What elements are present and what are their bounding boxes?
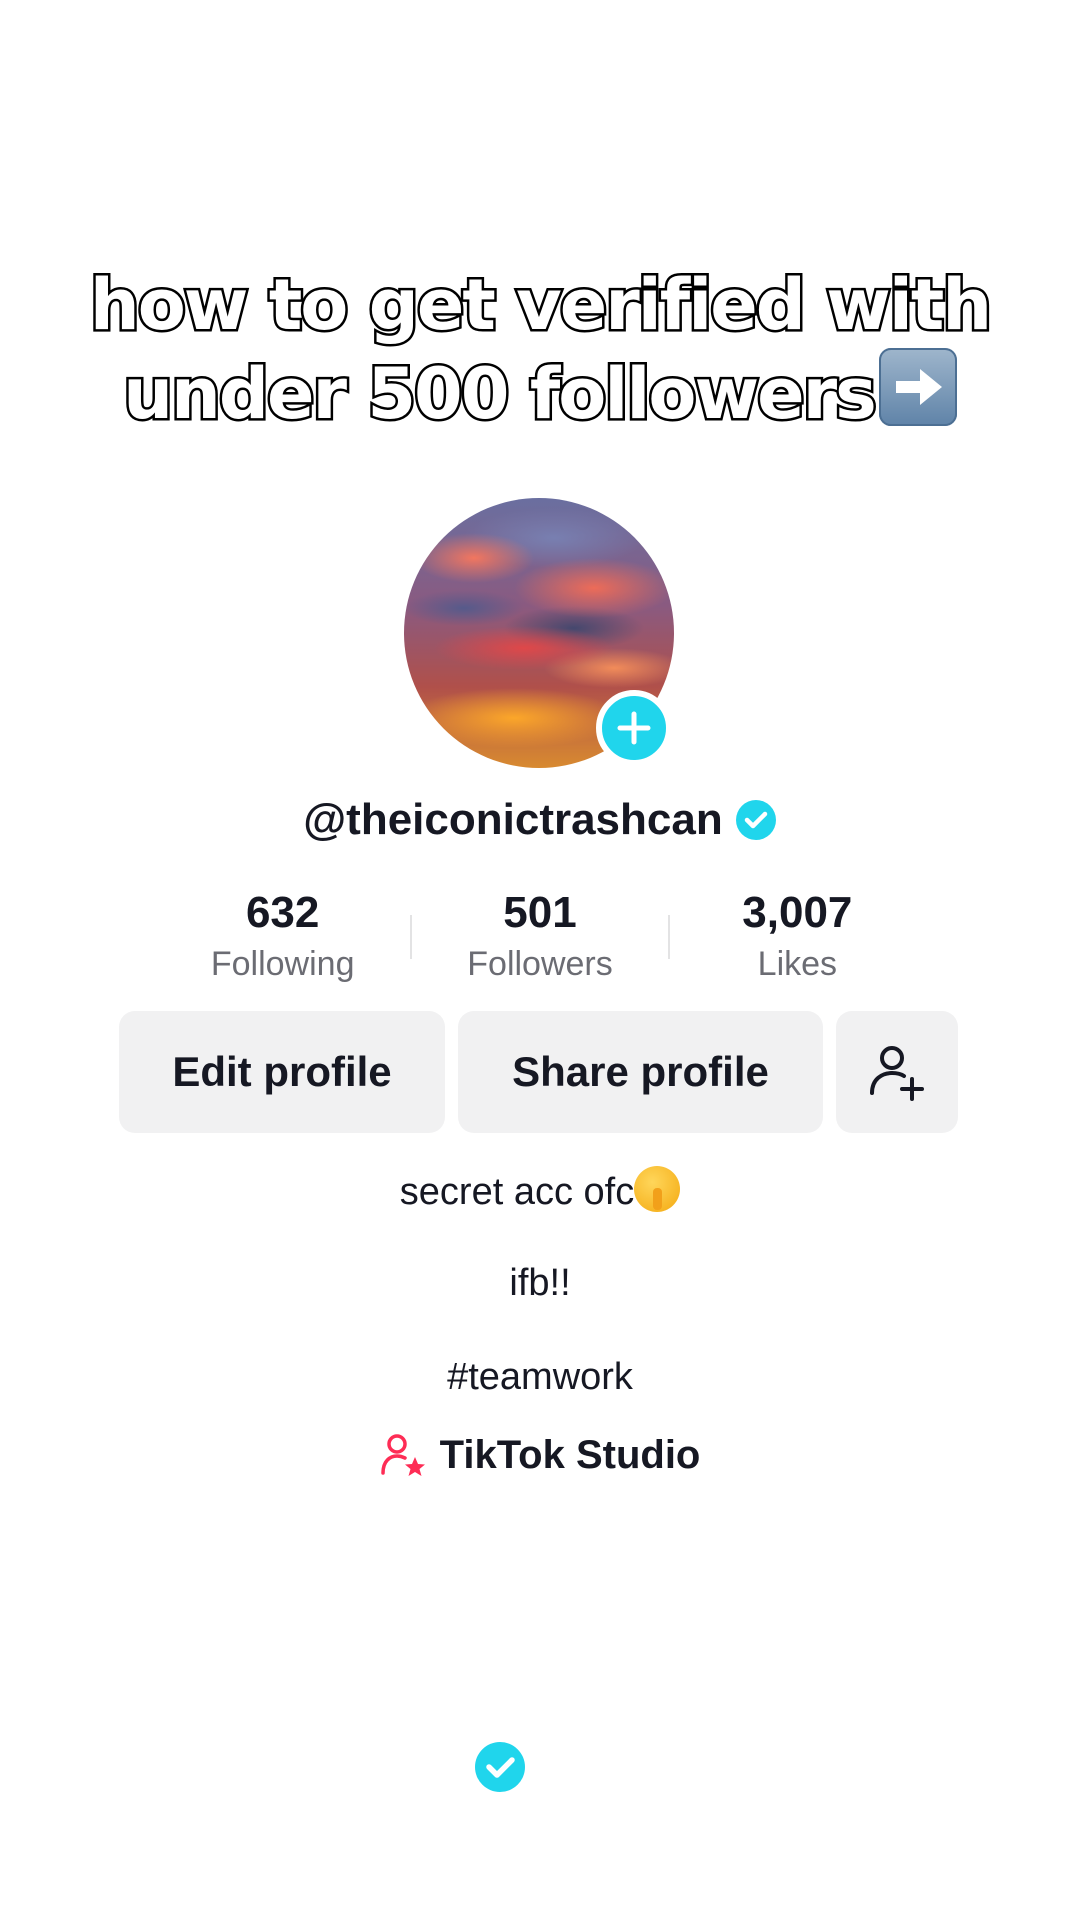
- likes-count: 3,007: [742, 888, 853, 937]
- edit-profile-button[interactable]: Edit profile: [119, 1011, 445, 1133]
- caption-line-1: how to get verified with: [87, 262, 994, 349]
- stat-following[interactable]: 632 Following: [155, 885, 410, 995]
- caption-line-2-wrap: under 500 followers: [0, 348, 1080, 438]
- bio-line-1: secret acc ofc: [0, 1166, 1080, 1214]
- stat-likes[interactable]: 3,007 Likes: [670, 885, 925, 995]
- username-row: @theiconictrashcan: [0, 790, 1080, 850]
- plus-icon[interactable]: [596, 690, 672, 766]
- tiktok-studio-link[interactable]: TikTok Studio: [0, 1425, 1080, 1485]
- bio-line-2: ifb!!: [509, 1262, 571, 1304]
- right-arrow-icon: [878, 348, 957, 426]
- creator-star-icon: [380, 1434, 425, 1476]
- followers-label: Followers: [467, 945, 613, 983]
- verified-badge-icon: [475, 1742, 525, 1792]
- verified-badge-icon: [735, 800, 776, 840]
- bio-text-1: secret acc ofc: [399, 1171, 635, 1213]
- bio-hashtag-link[interactable]: #teamwork: [0, 1356, 1080, 1399]
- likes-label: Likes: [757, 945, 838, 983]
- shushing-face-emoji: [634, 1166, 681, 1212]
- followers-count: 501: [503, 888, 577, 937]
- username: @theiconictrashcan: [303, 795, 723, 844]
- profile-avatar-container[interactable]: [404, 498, 674, 768]
- following-count: 632: [245, 888, 320, 937]
- add-user-icon: [870, 1046, 924, 1101]
- stat-followers[interactable]: 501 Followers: [412, 885, 667, 995]
- caption-line-2: under 500 followers: [121, 351, 880, 438]
- share-profile-button[interactable]: Share profile: [458, 1011, 823, 1133]
- video-caption: how to get verified with under 500 follo…: [0, 262, 1080, 438]
- profile-stats: 632 Following 501 Followers 3,007 Likes: [155, 885, 925, 995]
- add-friend-button[interactable]: [836, 1011, 958, 1133]
- following-label: Following: [210, 945, 355, 983]
- studio-label: TikTok Studio: [439, 1432, 701, 1477]
